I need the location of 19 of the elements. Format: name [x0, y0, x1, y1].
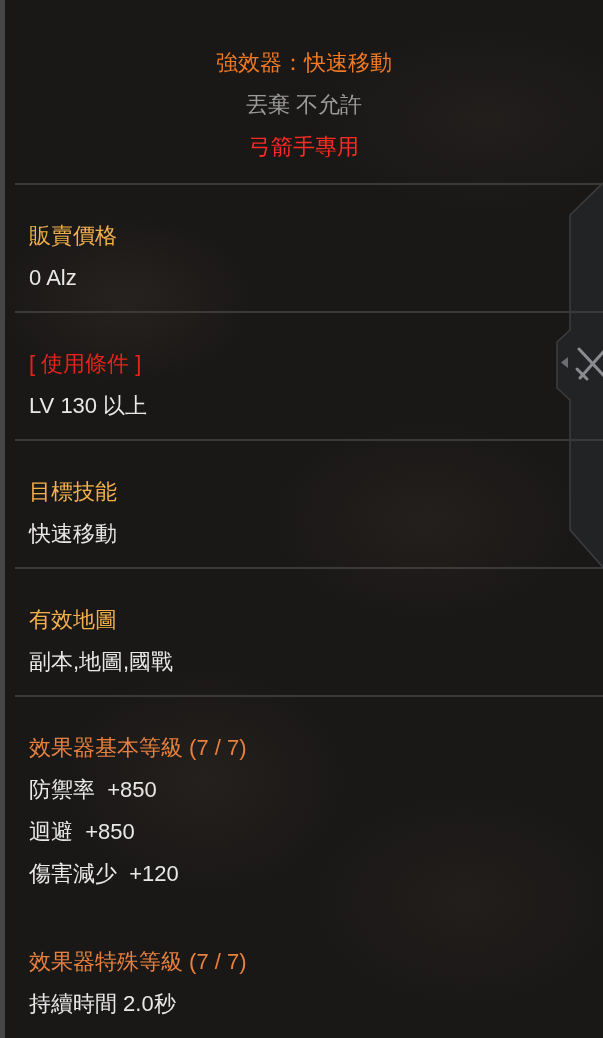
- item-title: 強效器：快速移動: [216, 49, 392, 77]
- stat-text: 持續時間 2.0秒: [29, 990, 176, 1018]
- section-heading: 販賣價格: [29, 222, 117, 250]
- stat-text: 傷害減少 +120: [29, 860, 179, 888]
- left-arrow-icon: [561, 357, 568, 368]
- section-heading: 效果器基本等級 (7 / 7): [29, 734, 247, 762]
- crossed-swords-icon: [575, 347, 603, 381]
- stat-text: 0 Alz: [29, 264, 77, 292]
- stat-text: 迴避 +850: [29, 818, 135, 846]
- section-heading: 目標技能: [29, 478, 117, 506]
- stat-text: 快速移動: [29, 520, 117, 548]
- stat-text: 副本,地圖,國戰: [29, 648, 174, 676]
- section-heading: 效果器特殊等級 (7 / 7): [29, 948, 247, 976]
- class-restriction: 弓箭手專用: [249, 133, 359, 161]
- section-heading: [ 使用條件 ]: [29, 350, 142, 378]
- stat-text: 防禦率 +850: [29, 776, 157, 804]
- trade-note: 丟棄 不允許: [245, 91, 363, 119]
- stat-text: LV 130 以上: [29, 392, 148, 420]
- section-heading: 有效地圖: [29, 606, 117, 634]
